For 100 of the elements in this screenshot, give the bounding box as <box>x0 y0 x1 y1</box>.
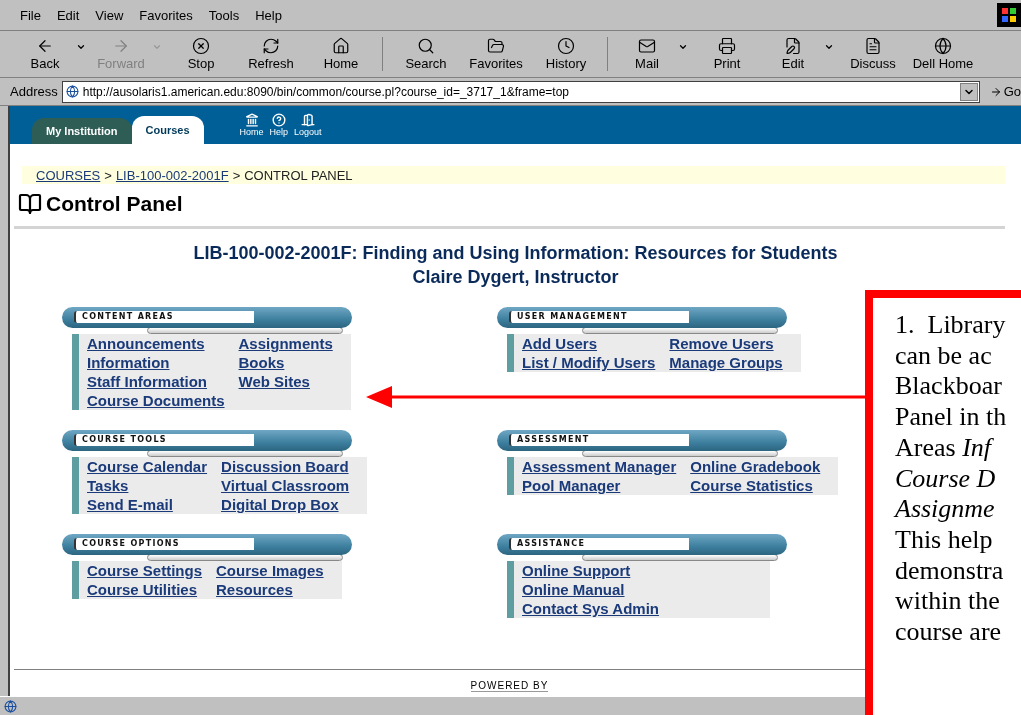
course-title: LIB-100-002-2001F: Finding and Using Information: Resources for Students <box>192 242 839 265</box>
section-link[interactable]: Resources <box>216 580 324 599</box>
toolbar-icon <box>864 37 882 55</box>
toolbar-icon <box>638 37 656 55</box>
section-link[interactable]: Course Utilities <box>87 580 203 599</box>
callout-text: Panel in th <box>895 402 1008 433</box>
section-link[interactable]: Course Calendar <box>87 457 208 476</box>
section-link[interactable]: Staff Information <box>87 372 225 391</box>
caret-icon[interactable] <box>824 42 834 52</box>
toolbar-icon <box>557 37 575 55</box>
toolbar-icon <box>36 37 54 55</box>
dropdown-button[interactable] <box>959 82 978 101</box>
section-link[interactable]: List / Modify Users <box>522 353 656 372</box>
menu-item[interactable]: View <box>89 5 130 25</box>
menu-item[interactable]: Help <box>249 5 288 25</box>
section-link[interactable]: Web Sites <box>238 372 333 391</box>
section-link[interactable]: Add Users <box>522 334 656 353</box>
toolbar-icon <box>784 37 802 55</box>
toolbar-icon <box>262 37 280 55</box>
section-link[interactable]: Assignments <box>238 334 333 353</box>
toolbar-icon <box>112 37 130 55</box>
section-title: COURSE TOOLS <box>74 434 254 446</box>
section-link[interactable]: Tasks <box>87 476 208 495</box>
section-link[interactable]: Discussion Board <box>221 457 350 476</box>
book-icon <box>18 192 42 216</box>
section-link[interactable]: Information <box>87 353 225 372</box>
callout-text: Course D <box>895 463 997 495</box>
section-link[interactable]: Online Gradebook <box>690 457 821 476</box>
section-link[interactable]: Books <box>238 353 333 372</box>
arrow-icon <box>989 85 1002 98</box>
callout-text: Areas Inf <box>895 432 995 464</box>
nav-button[interactable]: Help <box>269 113 289 137</box>
menu-item[interactable]: Favorites <box>133 5 199 25</box>
callout-text: Assignme <box>895 494 996 525</box>
powered-by-text: POWERED BY <box>470 680 549 692</box>
toolbar-icon <box>718 37 736 55</box>
breadcrumb-text: CONTROL PANEL <box>244 167 353 183</box>
menu-item[interactable]: Tools <box>202 5 246 25</box>
toolbar-button[interactable]: Discuss <box>838 37 908 71</box>
caret-icon[interactable] <box>76 42 86 52</box>
toolbar-icon <box>417 37 435 55</box>
toolbar-button[interactable]: Mail <box>616 37 678 71</box>
toolbar-button[interactable]: Edit <box>762 37 824 71</box>
section-title: ASSESSMENT <box>509 434 689 446</box>
page-icon <box>4 699 17 713</box>
toolbar-button[interactable]: Refresh <box>236 37 306 71</box>
nav-button[interactable]: Home <box>239 113 264 137</box>
tab[interactable]: Courses <box>131 116 204 144</box>
tab[interactable]: My Institution <box>32 118 132 144</box>
section-link[interactable]: Course Statistics <box>690 476 821 495</box>
toolbar-icon <box>332 37 350 55</box>
section-link[interactable]: Manage Groups <box>669 353 783 372</box>
menu-item[interactable]: File <box>14 5 47 25</box>
section-link[interactable]: Assessment Manager <box>522 457 677 476</box>
section-link[interactable]: Send E-mail <box>87 495 208 514</box>
callout-text: demonstra <box>895 555 1005 587</box>
caret-icon[interactable] <box>678 42 688 52</box>
windows-logo-icon <box>997 3 1021 27</box>
callout-text: course are <box>895 617 1003 648</box>
callout-text: Blackboar <box>895 371 1003 403</box>
nav-button[interactable]: Logout <box>294 113 322 137</box>
breadcrumb-link[interactable]: LIB-100-002-2001F <box>115 167 229 183</box>
nav-icon <box>271 113 286 127</box>
section-link[interactable]: Digital Drop Box <box>221 495 350 514</box>
callout-text: within the <box>895 586 1001 618</box>
callout-text: 1. Library <box>895 310 1007 341</box>
toolbar-button[interactable]: Print <box>692 37 762 71</box>
menu-item[interactable]: Edit <box>50 5 86 25</box>
toolbar-button[interactable]: Back <box>14 37 76 71</box>
section-title: COURSE OPTIONS <box>74 538 254 550</box>
toolbar-icon <box>192 37 210 55</box>
section-link[interactable]: Virtual Classroom <box>221 476 350 495</box>
section-link[interactable]: Course Documents <box>87 391 225 410</box>
toolbar-button[interactable]: History <box>531 37 601 71</box>
nav-icon <box>244 113 259 127</box>
breadcrumb-link[interactable]: COURSES <box>36 167 101 183</box>
section-link[interactable]: Online Support <box>522 561 659 580</box>
toolbar-button[interactable]: Favorites <box>461 37 531 71</box>
section-title: ASSISTANCE <box>509 538 689 550</box>
page-icon <box>65 85 79 98</box>
address-field[interactable]: http://ausolaris1.american.edu:8090/bin/common/course.pl?course_id=_3717_1&frame=top <box>61 80 980 103</box>
toolbar-button[interactable]: Dell Home <box>908 37 978 71</box>
callout-text: can be ac <box>895 340 993 372</box>
go-button[interactable]: Go <box>983 84 1021 99</box>
toolbar-icon <box>934 37 952 55</box>
toolbar-button[interactable]: Home <box>306 37 376 71</box>
section-link[interactable]: Course Images <box>216 561 324 580</box>
section-link[interactable]: Course Settings <box>87 561 203 580</box>
toolbar-button[interactable]: Search <box>391 37 461 71</box>
page-title: Control Panel <box>46 192 183 216</box>
section-link[interactable]: Remove Users <box>669 334 783 353</box>
section-link[interactable]: Announcements <box>87 334 225 353</box>
section-link[interactable]: Pool Manager <box>522 476 677 495</box>
section-title: USER MANAGEMENT <box>509 311 689 323</box>
callout-text: This help <box>895 524 994 556</box>
nav-icon <box>300 113 315 127</box>
section-link[interactable]: Contact Sys Admin <box>522 599 659 618</box>
toolbar-button[interactable]: Stop <box>166 37 236 71</box>
section-link[interactable]: Online Manual <box>522 580 659 599</box>
section-title: CONTENT AREAS <box>74 311 254 323</box>
